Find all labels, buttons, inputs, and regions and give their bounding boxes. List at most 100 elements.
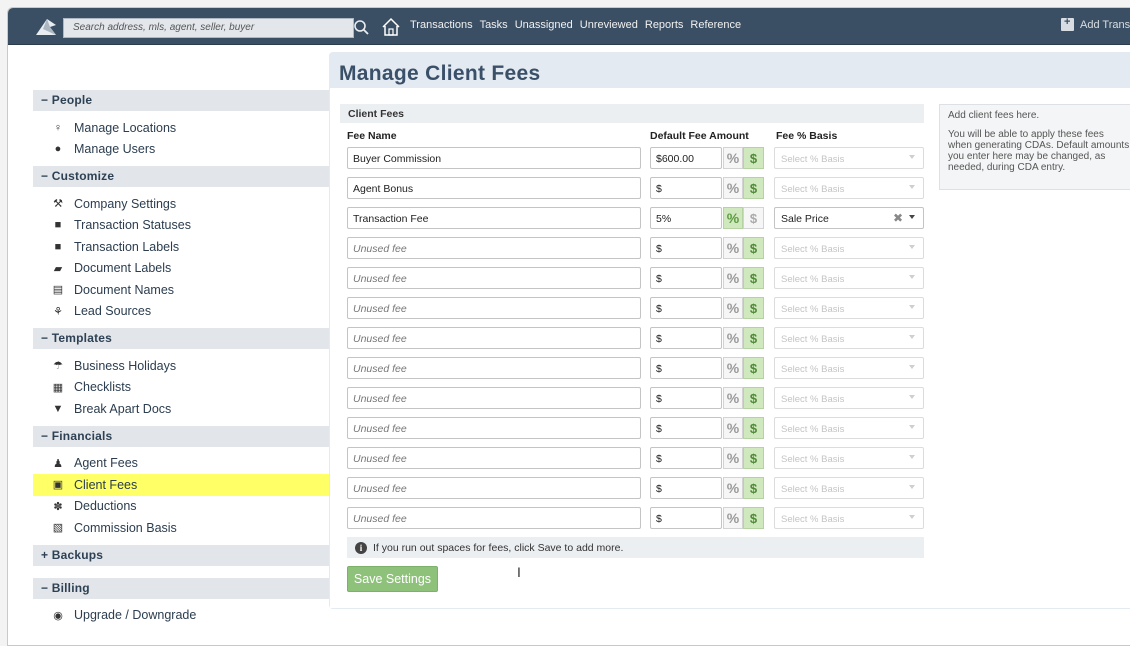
sidebar-item-agent-fees[interactable]: ♟ Agent Fees	[33, 453, 329, 475]
sidebar-item-document-labels[interactable]: ▰ Document Labels	[33, 258, 329, 280]
fee-name-input[interactable]: Unused fee	[347, 417, 641, 439]
search-icon[interactable]	[352, 18, 372, 38]
nav-reports[interactable]: Reports	[645, 19, 684, 31]
fee-basis-select[interactable]: Select % Basis	[774, 477, 924, 499]
sidebar-item-break-apart-docs[interactable]: ▼ Break Apart Docs	[33, 398, 329, 420]
fee-name-input[interactable]: Buyer Commission	[347, 147, 641, 169]
section-financials[interactable]: − Financials	[33, 425, 329, 447]
fee-name-input[interactable]: Unused fee	[347, 267, 641, 289]
sidebar-item-upgrade-downgrade[interactable]: ◉ Upgrade / Downgrade	[33, 605, 329, 627]
sidebar-item-manage-users[interactable]: ● Manage Users	[33, 139, 329, 161]
fee-amount-input[interactable]: $	[650, 327, 722, 349]
fee-name-input[interactable]: Unused fee	[347, 447, 641, 469]
fee-basis-select[interactable]: Select % Basis	[774, 237, 924, 259]
fee-name-input[interactable]: Transaction Fee	[347, 207, 641, 229]
percent-toggle-icon[interactable]: %	[723, 207, 743, 229]
percent-toggle-icon[interactable]: %	[723, 237, 743, 259]
fee-amount-input[interactable]: $	[650, 387, 722, 409]
fee-amount-input[interactable]: $600.00	[650, 147, 722, 169]
nav-reference[interactable]: Reference	[690, 19, 741, 31]
fee-amount-input[interactable]: $	[650, 237, 722, 259]
dollar-toggle-icon[interactable]: $	[743, 357, 764, 379]
percent-toggle-icon[interactable]: %	[723, 177, 743, 199]
sidebar-item-manage-locations[interactable]: ♀ Manage Locations	[33, 117, 329, 139]
sidebar-item-deductions[interactable]: ✽ Deductions	[33, 496, 329, 518]
fee-name-input[interactable]: Unused fee	[347, 327, 641, 349]
percent-toggle-icon[interactable]: %	[723, 447, 743, 469]
nav-unreviewed[interactable]: Unreviewed	[580, 19, 638, 31]
fee-name-input[interactable]: Unused fee	[347, 297, 641, 319]
percent-toggle-icon[interactable]: %	[723, 297, 743, 319]
section-billing[interactable]: − Billing	[33, 577, 329, 599]
dollar-toggle-icon[interactable]: $	[743, 237, 764, 259]
dollar-toggle-icon[interactable]: $	[743, 297, 764, 319]
dollar-toggle-icon[interactable]: $	[743, 267, 764, 289]
home-icon[interactable]	[380, 16, 402, 38]
fee-name-input[interactable]: Unused fee	[347, 477, 641, 499]
fee-basis-select[interactable]: Select % Basis	[774, 267, 924, 289]
dollar-toggle-icon[interactable]: $	[743, 507, 764, 529]
percent-toggle-icon[interactable]: %	[723, 327, 743, 349]
dollar-toggle-icon[interactable]: $	[743, 417, 764, 439]
search-input[interactable]: Search address, mls, agent, seller, buye…	[63, 18, 354, 38]
percent-toggle-icon[interactable]: %	[723, 477, 743, 499]
dollar-toggle-icon[interactable]: $	[743, 327, 764, 349]
app-logo[interactable]	[34, 17, 58, 37]
fee-basis-select[interactable]: Select % Basis	[774, 147, 924, 169]
fee-name-input[interactable]: Agent Bonus	[347, 177, 641, 199]
fee-name-input[interactable]: Unused fee	[347, 237, 641, 259]
sidebar-item-commission-basis[interactable]: ▧ Commission Basis	[33, 517, 329, 539]
percent-toggle-icon[interactable]: %	[723, 507, 743, 529]
fee-amount-input[interactable]: $	[650, 297, 722, 319]
fee-amount-input[interactable]: $	[650, 267, 722, 289]
fee-amount-input[interactable]: $	[650, 477, 722, 499]
fee-name-input[interactable]: Unused fee	[347, 507, 641, 529]
sidebar-item-lead-sources[interactable]: ⚘ Lead Sources	[33, 301, 329, 323]
nav-transactions[interactable]: Transactions	[410, 19, 473, 31]
sidebar-item-client-fees[interactable]: ▣ Client Fees	[33, 474, 329, 496]
fee-amount-input[interactable]: $	[650, 507, 722, 529]
dollar-toggle-icon[interactable]: $	[743, 477, 764, 499]
fee-amount-input[interactable]: $	[650, 417, 722, 439]
fee-basis-select[interactable]: Select % Basis	[774, 387, 924, 409]
fee-amount-input[interactable]: $	[650, 447, 722, 469]
dollar-toggle-icon[interactable]: $	[743, 207, 764, 229]
sidebar-item-checklists[interactable]: ▦ Checklists	[33, 377, 329, 399]
section-backups[interactable]: + Backups	[33, 544, 329, 566]
fee-basis-select[interactable]: Select % Basis	[774, 327, 924, 349]
sidebar-item-transaction-labels[interactable]: ■ Transaction Labels	[33, 236, 329, 258]
sidebar-item-business-holidays[interactable]: ☂ Business Holidays	[33, 355, 329, 377]
section-people[interactable]: − People	[33, 90, 329, 111]
percent-toggle-icon[interactable]: %	[723, 147, 743, 169]
fee-basis-select[interactable]: Sale Price ✖	[774, 207, 924, 229]
dollar-toggle-icon[interactable]: $	[743, 147, 764, 169]
nav-tasks[interactable]: Tasks	[480, 19, 508, 31]
dollar-toggle-icon[interactable]: $	[743, 387, 764, 409]
percent-toggle-icon[interactable]: %	[723, 267, 743, 289]
fee-name-input[interactable]: Unused fee	[347, 387, 641, 409]
fee-basis-select[interactable]: Select % Basis	[774, 297, 924, 319]
save-settings-button[interactable]: Save Settings	[347, 566, 438, 592]
section-customize[interactable]: − Customize	[33, 166, 329, 187]
fee-amount-input[interactable]: $	[650, 357, 722, 379]
percent-toggle-icon[interactable]: %	[723, 357, 743, 379]
fee-basis-select[interactable]: Select % Basis	[774, 507, 924, 529]
sidebar-item-document-names[interactable]: ▤ Document Names	[33, 279, 329, 301]
section-templates[interactable]: − Templates	[33, 328, 329, 349]
clear-icon[interactable]: ✖	[893, 211, 903, 225]
fee-basis-select[interactable]: Select % Basis	[774, 417, 924, 439]
percent-toggle-icon[interactable]: %	[723, 387, 743, 409]
dollar-toggle-icon[interactable]: $	[743, 177, 764, 199]
add-transaction-button[interactable]: Add Trans	[1061, 16, 1130, 31]
percent-toggle-icon[interactable]: %	[723, 417, 743, 439]
fee-amount-input[interactable]: $	[650, 177, 722, 199]
sidebar-item-company-settings[interactable]: ⚒ Company Settings	[33, 193, 329, 215]
nav-unassigned[interactable]: Unassigned	[515, 19, 573, 31]
dollar-toggle-icon[interactable]: $	[743, 447, 764, 469]
fee-basis-select[interactable]: Select % Basis	[774, 447, 924, 469]
fee-amount-input[interactable]: 5%	[650, 207, 722, 229]
fee-basis-select[interactable]: Select % Basis	[774, 357, 924, 379]
fee-basis-select[interactable]: Select % Basis	[774, 177, 924, 199]
fee-name-input[interactable]: Unused fee	[347, 357, 641, 379]
sidebar-item-transaction-statuses[interactable]: ■ Transaction Statuses	[33, 215, 329, 237]
